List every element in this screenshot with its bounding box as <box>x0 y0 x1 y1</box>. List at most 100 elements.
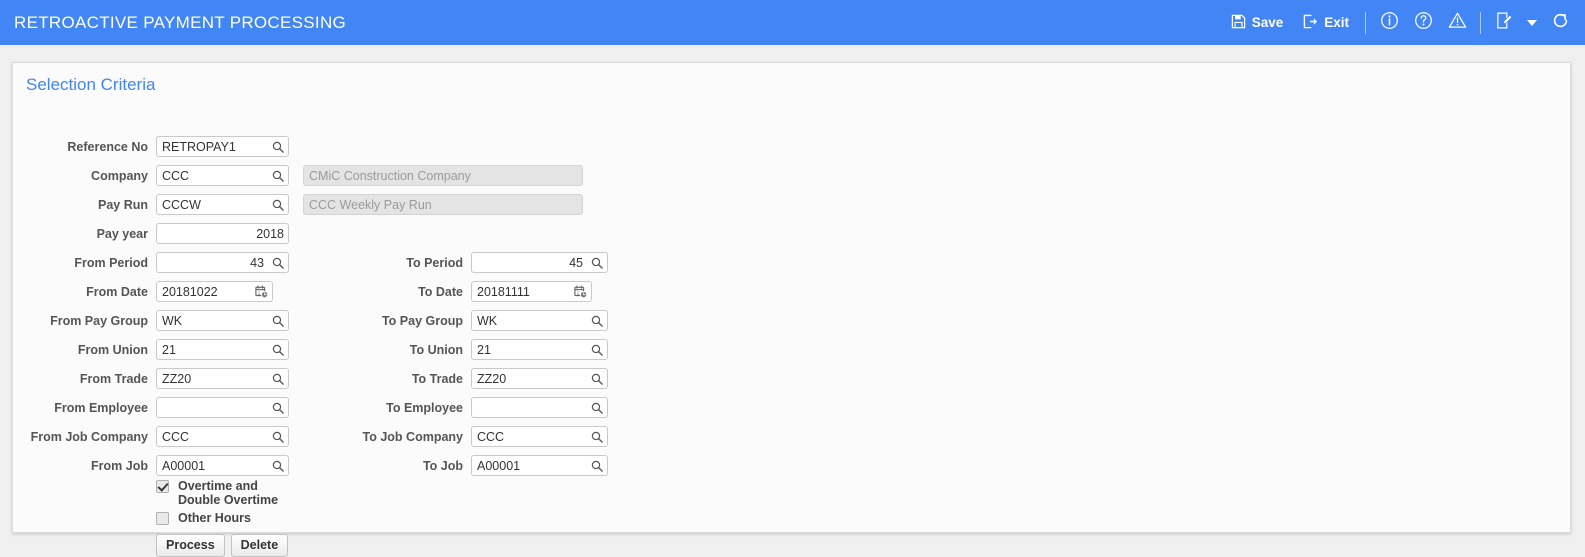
search-icon[interactable] <box>587 431 607 443</box>
overtime-checkbox-label: Overtime and Double Overtime <box>178 479 279 507</box>
from-job-label: From Job <box>91 458 148 473</box>
from-union-input[interactable]: 21 <box>156 339 289 360</box>
to-union-label: To Union <box>409 342 463 357</box>
to-job-company-input[interactable]: CCC <box>471 426 608 447</box>
notes-button[interactable] <box>1487 0 1521 45</box>
refresh-button[interactable] <box>1543 0 1577 45</box>
notes-edit-icon <box>1495 11 1514 35</box>
panel-title: Selection Criteria <box>26 75 156 94</box>
calendar-clock-icon[interactable]: 1 <box>571 284 591 299</box>
from-pay-group-input[interactable]: WK <box>156 310 289 331</box>
field-row-to-job: To Job A00001 <box>331 455 608 476</box>
delete-button[interactable]: Delete <box>230 534 289 557</box>
toolbar-more-button[interactable] <box>1521 0 1543 45</box>
field-row-from-job-company: From Job Company CCC <box>13 426 289 447</box>
toolbar-divider-2 <box>1480 11 1481 34</box>
to-period-input[interactable]: 45 <box>471 252 608 273</box>
from-job-value: A00001 <box>162 458 206 473</box>
search-icon[interactable] <box>587 402 607 414</box>
to-job-input[interactable]: A00001 <box>471 455 608 476</box>
search-icon[interactable] <box>268 315 288 327</box>
refresh-icon <box>1551 11 1570 35</box>
from-job-company-input[interactable]: CCC <box>156 426 289 447</box>
search-icon[interactable] <box>268 257 288 269</box>
to-union-input[interactable]: 21 <box>471 339 608 360</box>
from-period-label: From Period <box>74 255 148 270</box>
reference-no-value: RETROPAY1 <box>162 139 236 154</box>
field-row-from-union: From Union 21 <box>13 339 289 360</box>
search-icon[interactable] <box>268 373 288 385</box>
search-icon[interactable] <box>587 257 607 269</box>
to-trade-input[interactable]: ZZ20 <box>471 368 608 389</box>
search-icon[interactable] <box>587 373 607 385</box>
pay-year-input[interactable]: 2018 <box>156 223 289 244</box>
exit-button[interactable]: Exit <box>1293 0 1359 45</box>
to-period-value: 45 <box>569 255 583 270</box>
info-button[interactable] <box>1372 0 1406 45</box>
search-icon[interactable] <box>268 199 288 211</box>
from-job-input[interactable]: A00001 <box>156 455 289 476</box>
search-icon[interactable] <box>587 315 607 327</box>
chevron-down-icon <box>1527 19 1537 26</box>
pay-run-value: CCCW <box>162 197 201 212</box>
search-icon[interactable] <box>268 431 288 443</box>
to-employee-input[interactable] <box>471 397 608 418</box>
search-icon[interactable] <box>268 170 288 182</box>
to-union-value: 21 <box>477 342 491 357</box>
company-description-value: CMiC Construction Company <box>309 168 471 183</box>
from-trade-label: From Trade <box>79 371 148 386</box>
field-row-pay-year: Pay year 2018 <box>13 223 289 244</box>
from-date-input[interactable]: 20181022 1 <box>156 281 273 302</box>
to-date-input[interactable]: 20181111 1 <box>471 281 592 302</box>
checkbox-row-other-hours[interactable]: Other Hours <box>156 511 251 525</box>
checkbox-row-overtime[interactable]: Overtime and Double Overtime <box>156 479 298 507</box>
pay-run-input[interactable]: CCCW <box>156 194 289 215</box>
reference-no-label: Reference No <box>67 139 148 154</box>
to-job-company-label: To Job Company <box>362 429 463 444</box>
from-trade-input[interactable]: ZZ20 <box>156 368 289 389</box>
warning-button[interactable] <box>1440 0 1474 45</box>
from-employee-input[interactable] <box>156 397 289 418</box>
field-row-company: Company CCC CMiC Construction Company <box>13 165 583 186</box>
reference-no-input[interactable]: RETROPAY1 <box>156 136 289 157</box>
from-union-value: 21 <box>162 342 176 357</box>
save-label: Save <box>1251 15 1284 30</box>
field-row-from-job: From Job A00001 <box>13 455 289 476</box>
from-period-input[interactable]: 43 <box>156 252 289 273</box>
from-pay-group-value: WK <box>162 313 183 328</box>
from-union-label: From Union <box>77 342 148 357</box>
field-row-to-union: To Union 21 <box>331 339 608 360</box>
from-job-company-value: CCC <box>162 429 190 444</box>
search-icon[interactable] <box>587 460 607 472</box>
pay-run-description: CCC Weekly Pay Run <box>303 194 583 215</box>
svg-text:1: 1 <box>577 290 580 295</box>
to-date-value: 20181111 <box>477 284 530 299</box>
search-icon[interactable] <box>268 141 288 153</box>
search-icon[interactable] <box>587 344 607 356</box>
to-employee-label: To Employee <box>386 400 463 415</box>
to-pay-group-label: To Pay Group <box>381 313 463 328</box>
company-value: CCC <box>162 168 190 183</box>
search-icon[interactable] <box>268 460 288 472</box>
company-label: Company <box>91 168 148 183</box>
overtime-checkbox[interactable] <box>156 480 169 493</box>
help-button[interactable] <box>1406 0 1440 45</box>
search-icon[interactable] <box>268 402 288 414</box>
pay-year-value: 2018 <box>256 226 284 241</box>
other-hours-checkbox[interactable] <box>156 512 169 525</box>
warning-icon <box>1448 11 1467 35</box>
process-button[interactable]: Process <box>156 534 225 557</box>
company-input[interactable]: CCC <box>156 165 289 186</box>
to-pay-group-input[interactable]: WK <box>471 310 608 331</box>
save-button[interactable]: Save <box>1221 0 1294 45</box>
field-row-to-employee: To Employee <box>331 397 608 418</box>
svg-text:1: 1 <box>258 290 261 295</box>
search-icon[interactable] <box>268 344 288 356</box>
toolbar-divider-1 <box>1365 11 1366 34</box>
field-row-pay-run: Pay Run CCCW CCC Weekly Pay Run <box>13 194 583 215</box>
exit-icon <box>1303 14 1318 32</box>
calendar-clock-icon[interactable]: 1 <box>252 284 272 299</box>
from-date-value: 20181022 <box>162 284 218 299</box>
title-bar: RETROACTIVE PAYMENT PROCESSING Save Exit <box>0 0 1585 45</box>
field-row-from-date: From Date 20181022 1 <box>13 281 273 302</box>
